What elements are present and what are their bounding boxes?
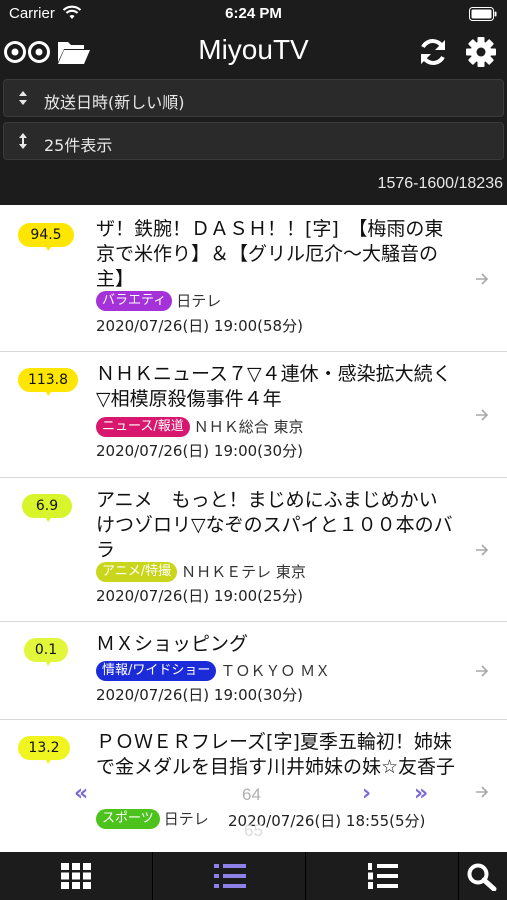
program-title: ザ！鉄腕！ＤＡＳＨ！！[字] 【梅雨の東京で米作り】＆【グリル厄介～大騒音の主】 — [96, 218, 444, 290]
tab-ranking[interactable] — [306, 852, 459, 900]
channel-name: ＴＯＫＹＯ ＭＸ — [220, 662, 331, 680]
program-title: ＰＯＷＥＲフレーズ[字]夏季五輪初！姉妹で金メダルを目指す川井姉妹の妹☆友香子 — [96, 731, 456, 778]
list-item[interactable]: 6.9 アニメ もっと！まじめにふまじめかいけつゾロリ▽なぞのスパイと１００本の… — [0, 478, 507, 622]
sort-order-label: 放送日時(新しい順) — [44, 93, 185, 112]
program-title: ＭＸショッピング — [96, 633, 249, 655]
score-bubble-tail — [44, 756, 54, 764]
arrow-right-icon — [476, 273, 489, 285]
sort-updown-icon — [19, 91, 27, 105]
list-item[interactable]: 94.5 ザ！鉄腕！ＤＡＳＨ！！[字] 【梅雨の東京で米作り】＆【グリル厄介～大… — [0, 207, 507, 352]
page-size-select[interactable]: 25件表示 — [3, 122, 504, 160]
tab-grid[interactable] — [0, 852, 153, 900]
channel-name: ＮＨＫ総合 東京 — [193, 418, 304, 436]
genre-line: アニメ/特撮 ＮＨＫＥテレ 東京 — [96, 561, 306, 583]
arrow-right-icon — [476, 409, 489, 421]
page-current: 64 — [242, 785, 261, 804]
filter-controls: 放送日時(新しい順) 25件表示 1576-1600/18236 — [0, 77, 507, 205]
genre-badge: 情報/ワイドショー — [96, 660, 217, 681]
channel-name: 日テレ — [176, 292, 222, 310]
list-item[interactable]: 0.1 ＭＸショッピング 情報/ワイドショー ＴＯＫＹＯ ＭＸ 2020/07/2… — [0, 622, 507, 720]
page-next: 65 — [244, 821, 263, 840]
genre-line: ニュース/報道 ＮＨＫ総合 東京 — [96, 416, 304, 438]
genre-badge: スポーツ — [96, 808, 160, 829]
result-range: 1576-1600/18236 — [377, 175, 503, 192]
refresh-icon[interactable] — [416, 35, 450, 69]
arrow-right-icon — [476, 665, 489, 677]
broadcast-datetime: 2020/07/26(日) 19:00(30分) — [96, 442, 303, 460]
program-list[interactable]: 94.5 ザ！鉄腕！ＤＡＳＨ！！[字] 【梅雨の東京で米作り】＆【グリル厄介～大… — [0, 207, 507, 852]
score-bubble-tail — [44, 658, 54, 666]
broadcast-datetime: 2020/07/26(日) 19:00(58分) — [96, 317, 303, 335]
genre-line: 情報/ワイドショー ＴＯＫＹＯ ＭＸ — [96, 660, 330, 682]
grid-icon — [61, 863, 91, 889]
arrow-right-icon — [476, 544, 489, 556]
tab-search[interactable] — [459, 852, 507, 900]
program-title: アニメ もっと！まじめにふまじめかいけつゾロリ▽なぞのスパイと１００本のバラ — [96, 489, 453, 561]
battery-icon — [469, 7, 497, 21]
broadcast-datetime: 2020/07/26(日) 19:00(30分) — [96, 686, 303, 704]
status-bar: Carrier 6:24 PM — [0, 0, 507, 27]
genre-badge: ニュース/報道 — [96, 416, 190, 437]
list-item[interactable]: 113.8 ＮＨＫニュース７▽４連休・感染拡大続く▽相模原殺傷事件４年 ニュース… — [0, 352, 507, 478]
genre-badge: アニメ/特撮 — [96, 561, 178, 582]
next-page-icon[interactable]: › — [362, 781, 371, 806]
genre-line: バラエティ 日テレ — [96, 290, 221, 312]
score-bubble-tail — [44, 243, 54, 251]
status-time: 6:24 PM — [225, 5, 282, 22]
vertical-arrows-icon — [19, 133, 27, 149]
genre-line: スポーツ 日テレ — [96, 808, 209, 830]
tab-bar — [0, 852, 507, 900]
search-icon — [467, 863, 497, 891]
tab-list[interactable] — [153, 852, 306, 900]
broadcast-datetime: 2020/07/26(日) 19:00(25分) — [96, 587, 303, 605]
page-size-label: 25件表示 — [44, 136, 113, 155]
numbered-list-icon — [368, 863, 398, 889]
genre-badge: バラエティ — [96, 290, 173, 311]
channel-name: ＮＨＫＥテレ 東京 — [181, 563, 306, 581]
score-bubble-tail — [44, 388, 54, 396]
last-page-icon[interactable]: » — [414, 781, 428, 806]
gear-icon[interactable] — [465, 36, 497, 68]
channel-name: 日テレ — [163, 810, 209, 828]
first-page-icon[interactable]: « — [74, 781, 88, 806]
nav-bar: MiyouTV — [0, 27, 507, 77]
arrow-right-icon — [476, 786, 489, 798]
list-icon — [214, 864, 246, 888]
program-title: ＮＨＫニュース７▽４連休・感染拡大続く▽相模原殺傷事件４年 — [96, 363, 452, 410]
sort-order-select[interactable]: 放送日時(新しい順) — [3, 79, 504, 117]
score-bubble-tail — [44, 514, 54, 522]
